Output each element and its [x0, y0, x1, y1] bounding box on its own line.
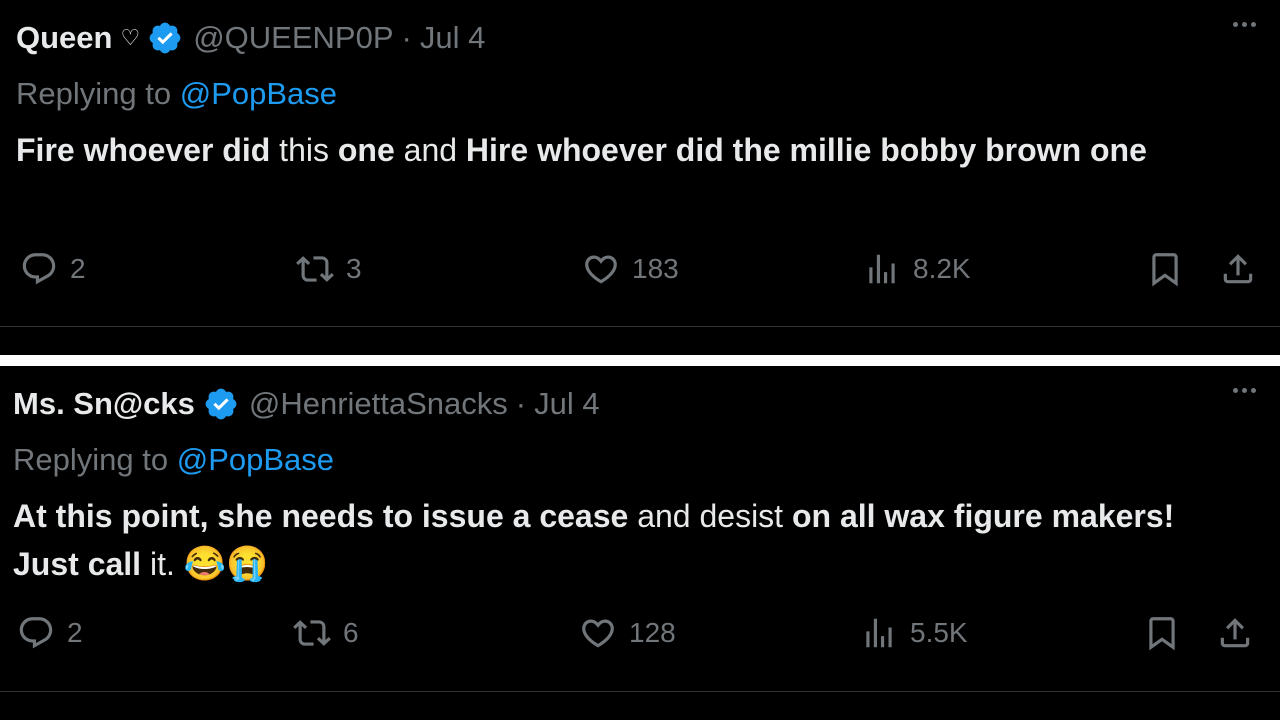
views-button[interactable]: 5.5K: [860, 614, 968, 652]
header-separator: ·: [515, 386, 527, 421]
text-segment: Fire whoever did: [16, 132, 271, 168]
divider: [0, 326, 1280, 327]
tweet-card[interactable]: Ms. Sn@cks @HenriettaSnacks · Jul 4 Repl…: [0, 366, 1280, 720]
heart-icon: [582, 250, 620, 288]
views-icon: [863, 250, 901, 288]
text-segment: and desist: [628, 498, 792, 534]
text-segment: Hire whoever did the millie bobby brown …: [465, 132, 1147, 168]
share-button[interactable]: [1219, 250, 1257, 288]
author-name[interactable]: Queen: [16, 20, 112, 56]
reply-icon: [20, 250, 58, 288]
text-segment: it.: [141, 546, 184, 582]
text-segment: one: [337, 132, 395, 168]
like-button[interactable]: 128: [579, 614, 676, 652]
repost-button[interactable]: 6: [293, 614, 359, 652]
tweet-text: At this point, she needs to issue a ceas…: [13, 492, 1243, 588]
action-bar: 2 3 183 8.2K: [0, 250, 1280, 300]
author-handle[interactable]: @HenriettaSnacks: [249, 386, 508, 422]
tweet-date[interactable]: Jul 4: [420, 20, 485, 56]
crying-emoji: 😭: [226, 545, 269, 583]
views-count: 5.5K: [910, 617, 968, 648]
replying-to-label: Replying to: [13, 442, 169, 477]
like-count: 183: [632, 253, 679, 284]
tweet-card[interactable]: Queen ♡ @QUEENP0P · Jul 4 Replying to @P…: [0, 0, 1280, 355]
text-segment: and: [394, 132, 466, 168]
replying-to: Replying to @PopBase: [16, 76, 337, 112]
views-icon: [860, 614, 898, 652]
like-count: 128: [629, 617, 676, 648]
replying-to-label: Replying to: [16, 76, 172, 111]
heart-icon: [579, 614, 617, 652]
more-options-icon[interactable]: [1233, 388, 1256, 393]
views-count: 8.2K: [913, 253, 971, 284]
repost-count: 6: [343, 617, 359, 648]
text-segment: this: [270, 132, 338, 168]
verified-badge-icon: [203, 386, 239, 422]
share-icon: [1216, 614, 1254, 652]
header-separator: ·: [401, 20, 412, 55]
reply-button[interactable]: 2: [20, 250, 86, 288]
replying-to-mention[interactable]: @PopBase: [177, 442, 334, 477]
action-bar: 2 6 128 5.5K: [0, 614, 1280, 664]
bookmark-icon: [1143, 614, 1181, 652]
tweet-text: Fire whoever did this one and Hire whoev…: [16, 126, 1246, 174]
repost-button[interactable]: 3: [296, 250, 362, 288]
bookmark-button[interactable]: [1143, 614, 1181, 652]
share-button[interactable]: [1216, 614, 1254, 652]
share-icon: [1219, 250, 1257, 288]
author-handle[interactable]: @QUEENP0P: [193, 20, 393, 56]
views-button[interactable]: 8.2K: [863, 250, 971, 288]
replying-to: Replying to @PopBase: [13, 442, 334, 478]
author-name[interactable]: Ms. Sn@cks: [13, 386, 195, 422]
like-button[interactable]: 183: [582, 250, 679, 288]
reply-count: 2: [67, 617, 83, 648]
tweet-header: Ms. Sn@cks @HenriettaSnacks · Jul 4: [13, 386, 600, 422]
divider: [0, 691, 1280, 692]
reply-icon: [17, 614, 55, 652]
repost-count: 3: [346, 253, 362, 284]
reply-count: 2: [70, 253, 86, 284]
more-options-icon[interactable]: [1233, 22, 1256, 27]
laughing-emoji: 😂: [183, 545, 227, 583]
bookmark-icon: [1146, 250, 1184, 288]
repost-icon: [296, 250, 334, 288]
bookmark-button[interactable]: [1146, 250, 1184, 288]
text-segment: At this point, she needs to issue a ceas…: [13, 498, 629, 534]
reply-button[interactable]: 2: [17, 614, 83, 652]
repost-icon: [293, 614, 331, 652]
name-heart-mark: ♡: [120, 25, 141, 50]
tweet-date[interactable]: Jul 4: [534, 386, 599, 422]
tweet-header: Queen ♡ @QUEENP0P · Jul 4: [16, 20, 485, 56]
replying-to-mention[interactable]: @PopBase: [180, 76, 337, 111]
verified-badge-icon: [147, 20, 183, 56]
